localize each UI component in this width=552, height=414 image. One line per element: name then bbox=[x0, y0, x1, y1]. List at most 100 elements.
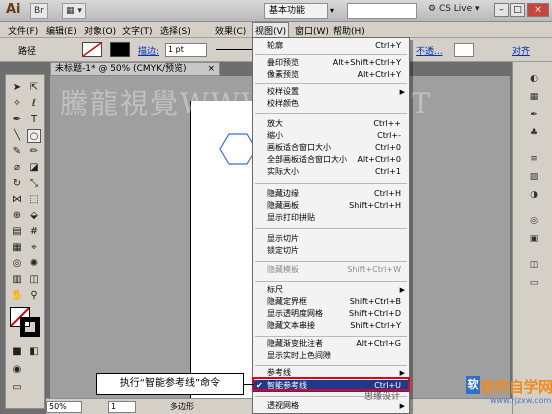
chevron-down-icon[interactable]: ▾ bbox=[330, 3, 342, 19]
color-mode-icon[interactable]: ■ bbox=[10, 345, 24, 359]
zoom-tool-icon[interactable]: ⚲ bbox=[27, 289, 41, 303]
artboard-number-field[interactable]: 1 bbox=[108, 401, 136, 413]
rotate-tool-icon[interactable]: ↻ bbox=[10, 177, 24, 191]
close-icon[interactable]: × bbox=[207, 63, 215, 75]
menu-edit[interactable]: 编辑(E) bbox=[46, 24, 77, 37]
workspace-switcher[interactable]: 基本功能 bbox=[264, 3, 328, 19]
menu-item-hide-bounding-box[interactable]: 隐藏定界框 Shift+Ctrl+B bbox=[253, 296, 409, 308]
menu-window[interactable]: 窗口(W) bbox=[295, 24, 329, 37]
menu-help[interactable]: 帮助(H) bbox=[333, 24, 365, 37]
menu-item-overprint-preview[interactable]: 叠印预览 Alt+Shift+Ctrl+Y bbox=[253, 57, 409, 69]
eraser-tool-icon[interactable]: ◪ bbox=[27, 161, 41, 175]
menu-item-pixel-preview[interactable]: 像素预览 Alt+Ctrl+Y bbox=[253, 69, 409, 81]
perspective-grid-tool-icon[interactable]: ▤ bbox=[10, 225, 24, 239]
opacity-field[interactable] bbox=[454, 43, 474, 57]
eyedropper-tool-icon[interactable]: ⌖ bbox=[27, 241, 41, 255]
hand-tool-icon[interactable]: ✋ bbox=[10, 289, 24, 303]
app-logo: Ai bbox=[6, 2, 21, 17]
menu-type[interactable]: 文字(T) bbox=[122, 24, 153, 37]
maximize-button[interactable]: □ bbox=[510, 3, 525, 17]
pen-tool-icon[interactable]: ✒ bbox=[10, 113, 24, 127]
draw-mode-icon[interactable]: ◉ bbox=[10, 363, 24, 377]
minimize-button[interactable]: – bbox=[494, 3, 509, 17]
gradient-mode-icon[interactable]: ◧ bbox=[27, 345, 41, 359]
stroke-swatch[interactable] bbox=[110, 42, 130, 57]
stroke-link[interactable]: 描边: bbox=[138, 44, 159, 57]
menu-item-outline[interactable]: 轮廓 Ctrl+Y bbox=[253, 40, 409, 52]
live-paint-tool-icon[interactable]: ⬙ bbox=[27, 209, 41, 223]
screen-mode-icon[interactable]: ▭ bbox=[10, 381, 24, 395]
right-panel-dock: ◐ ▦ ✒ ♣ ≡ ▨ ◑ ◎ ▣ ◫ ▭ bbox=[512, 62, 552, 414]
menu-file[interactable]: 文件(F) bbox=[8, 24, 38, 37]
menu-object[interactable]: 对象(O) bbox=[84, 24, 116, 37]
menu-item-shortcut: Ctrl+- bbox=[377, 131, 401, 140]
symbol-sprayer-tool-icon[interactable]: ✺ bbox=[27, 257, 41, 271]
menu-item-label: 显示切片 bbox=[267, 234, 299, 243]
menu-item-actual-size[interactable]: 实际大小 Ctrl+1 bbox=[253, 166, 409, 178]
cs-live-button[interactable]: ⚙ CS Live ▾ bbox=[428, 4, 480, 14]
zoom-field[interactable]: 50% bbox=[46, 401, 82, 413]
menu-item-lock-slices[interactable]: 锁定切片 bbox=[253, 245, 409, 257]
lasso-tool-icon[interactable]: ℓ bbox=[27, 97, 41, 111]
artboards-panel-icon[interactable]: ▭ bbox=[526, 276, 542, 290]
fill-swatch[interactable] bbox=[82, 42, 102, 57]
document-tab[interactable]: 未标题-1* @ 50% (CMYK/预览) × bbox=[50, 62, 220, 76]
selection-tool-icon[interactable]: ➤ bbox=[10, 81, 24, 95]
menu-item-hide-artboards[interactable]: 隐藏画板 Shift+Ctrl+H bbox=[253, 200, 409, 212]
menu-item-show-print-tiling[interactable]: 显示打印拼贴 bbox=[253, 212, 409, 224]
gradient-panel-icon[interactable]: ▨ bbox=[526, 170, 542, 184]
search-input[interactable] bbox=[347, 3, 417, 19]
menu-item-zoom-out[interactable]: 缩小 Ctrl+- bbox=[253, 130, 409, 142]
ellipse-tool-icon[interactable]: ○ bbox=[27, 129, 41, 143]
magic-wand-tool-icon[interactable]: ✧ bbox=[10, 97, 24, 111]
free-transform-tool-icon[interactable]: ⬚ bbox=[27, 193, 41, 207]
arrange-documents-button[interactable]: ▦ ▾ bbox=[62, 3, 86, 19]
fill-stroke-widget[interactable] bbox=[10, 307, 42, 339]
scale-tool-icon[interactable]: ⤡ bbox=[27, 177, 41, 191]
paintbrush-tool-icon[interactable]: ✎ bbox=[10, 145, 24, 159]
menu-item-proof-setup[interactable]: 校样设置 ▶ bbox=[253, 86, 409, 98]
artboard-tool-icon[interactable]: ◫ bbox=[27, 273, 41, 287]
align-link[interactable]: 对齐 bbox=[512, 44, 530, 57]
menu-view[interactable]: 视图(V) bbox=[252, 22, 290, 38]
menu-item-hide-text-threads[interactable]: 隐藏文本串接 Shift+Ctrl+Y bbox=[253, 320, 409, 332]
menu-item-shortcut: Ctrl+H bbox=[374, 189, 401, 198]
menu-item-hide-gradient-annotator[interactable]: 隐藏渐变批注者 Alt+Ctrl+G bbox=[253, 338, 409, 350]
stroke-profile-preview[interactable] bbox=[216, 49, 252, 50]
width-tool-icon[interactable]: ⋈ bbox=[10, 193, 24, 207]
symbols-panel-icon[interactable]: ♣ bbox=[526, 126, 542, 140]
opacity-link[interactable]: 不透... bbox=[416, 44, 443, 57]
color-panel-icon[interactable]: ◐ bbox=[526, 72, 542, 86]
stroke-weight-field[interactable]: 1 pt bbox=[165, 43, 207, 57]
menu-item-proof-colors[interactable]: 校样颜色 bbox=[253, 98, 409, 110]
menu-item-fit-artboard[interactable]: 画板适合窗口大小 Ctrl+0 bbox=[253, 142, 409, 154]
blob-brush-tool-icon[interactable]: ⌀ bbox=[10, 161, 24, 175]
stroke-panel-icon[interactable]: ≡ bbox=[526, 152, 542, 166]
graph-tool-icon[interactable]: ▥ bbox=[10, 273, 24, 287]
type-tool-icon[interactable]: T bbox=[27, 113, 41, 127]
direct-selection-tool-icon[interactable]: ⇱ bbox=[27, 81, 41, 95]
menu-item-show-transparency-grid[interactable]: 显示透明度网格 Shift+Ctrl+D bbox=[253, 308, 409, 320]
menu-item-rulers[interactable]: 标尺 ▶ bbox=[253, 284, 409, 296]
close-button[interactable]: × bbox=[527, 3, 549, 17]
transparency-panel-icon[interactable]: ◑ bbox=[526, 188, 542, 202]
brushes-panel-icon[interactable]: ✒ bbox=[526, 108, 542, 122]
menu-item-show-live-paint-gaps[interactable]: 显示实时上色间隙 bbox=[253, 350, 409, 362]
graphic-styles-panel-icon[interactable]: ▣ bbox=[526, 232, 542, 246]
mesh-tool-icon[interactable]: # bbox=[27, 225, 41, 239]
menu-item-zoom-in[interactable]: 放大 Ctrl++ bbox=[253, 118, 409, 130]
shape-builder-tool-icon[interactable]: ⊕ bbox=[10, 209, 24, 223]
menu-effect[interactable]: 效果(C) bbox=[215, 24, 246, 37]
appearance-panel-icon[interactable]: ◎ bbox=[526, 214, 542, 228]
bridge-button[interactable]: Br bbox=[30, 3, 48, 19]
gradient-tool-icon[interactable]: ▦ bbox=[10, 241, 24, 255]
menu-item-fit-all[interactable]: 全部画板适合窗口大小 Alt+Ctrl+0 bbox=[253, 154, 409, 166]
pencil-tool-icon[interactable]: ✏ bbox=[27, 145, 41, 159]
swatches-panel-icon[interactable]: ▦ bbox=[526, 90, 542, 104]
menu-item-hide-edges[interactable]: 隐藏边缘 Ctrl+H bbox=[253, 188, 409, 200]
line-tool-icon[interactable]: ╲ bbox=[10, 129, 24, 143]
menu-select[interactable]: 选择(S) bbox=[160, 24, 191, 37]
blend-tool-icon[interactable]: ◎ bbox=[10, 257, 24, 271]
layers-panel-icon[interactable]: ◫ bbox=[526, 258, 542, 272]
menu-item-show-slices[interactable]: 显示切片 bbox=[253, 233, 409, 245]
